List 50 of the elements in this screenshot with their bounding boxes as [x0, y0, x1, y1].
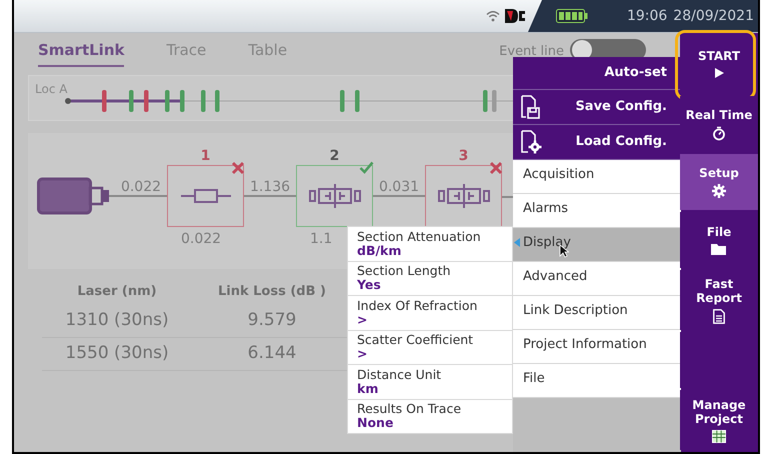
stopwatch-icon: [712, 126, 726, 140]
gear-icon: [712, 184, 726, 198]
view-tab[interactable]: SmartLink: [38, 38, 124, 67]
event-number: 1: [200, 147, 210, 165]
table-cell-text: 1310 (30ns): [64, 309, 170, 332]
connector-icon: [308, 184, 360, 208]
document-icon: [713, 308, 725, 324]
table-cell-text: 9.579: [246, 309, 298, 332]
play-icon: [713, 67, 725, 79]
location-label: Loc A: [35, 81, 68, 98]
column-header: Link Loss (dB ): [216, 283, 327, 302]
column-header: Laser (nm): [76, 283, 158, 302]
save-file-icon: [521, 95, 541, 119]
event-loss: 1.1: [309, 230, 332, 249]
sidebar-button[interactable]: Setup: [680, 154, 758, 210]
battery-icon: [556, 9, 588, 23]
logo-icon: [504, 7, 526, 25]
setup-menu-item[interactable]: Alarms: [513, 194, 681, 228]
setup-menu-item[interactable]: Display: [513, 228, 681, 262]
display-option[interactable]: Distance Unit km: [348, 365, 512, 398]
display-option[interactable]: Scatter Coefficient >: [348, 330, 512, 364]
display-option[interactable]: Section Attenuation dB/km: [348, 227, 512, 260]
setup-menu-item[interactable]: Project Information: [513, 330, 681, 364]
connector-icon: [438, 184, 490, 208]
section-value: 0.031: [378, 179, 420, 195]
wifi-icon: [486, 10, 500, 22]
display-option[interactable]: Index Of Refraction >: [348, 296, 512, 330]
config-menu-item[interactable]: Load Config.: [513, 125, 681, 160]
clock-time: 19:06: [626, 6, 668, 26]
section-value: 0.022: [120, 179, 162, 195]
config-menu-item[interactable]: Save Config.: [513, 90, 681, 125]
setup-menu-item[interactable]: Advanced: [513, 262, 681, 296]
load-file-icon: [521, 130, 543, 154]
setup-menu-item[interactable]: Link Description: [513, 296, 681, 330]
event-number: 3: [458, 147, 468, 165]
event-loss: 0.022: [180, 230, 222, 249]
display-option[interactable]: Results On Trace None: [348, 400, 512, 433]
grid-icon: [712, 430, 726, 442]
pointer-icon: [514, 238, 520, 247]
table-cell-text: 1550 (30ns): [64, 342, 170, 366]
setup-menu-item[interactable]: File: [513, 364, 681, 398]
folder-icon: [711, 243, 727, 255]
display-option[interactable]: Section Length Yes: [348, 262, 512, 295]
table-cell-text: 6.144: [246, 342, 298, 366]
section-value: 1.136: [250, 179, 290, 195]
setup-menu-item[interactable]: Acquisition: [513, 160, 681, 194]
splice-icon: [180, 188, 230, 204]
config-menu-item[interactable]: Auto-set: [513, 57, 681, 90]
event-number: 2: [330, 147, 340, 165]
clock-date: 28/09/2021: [673, 6, 754, 26]
